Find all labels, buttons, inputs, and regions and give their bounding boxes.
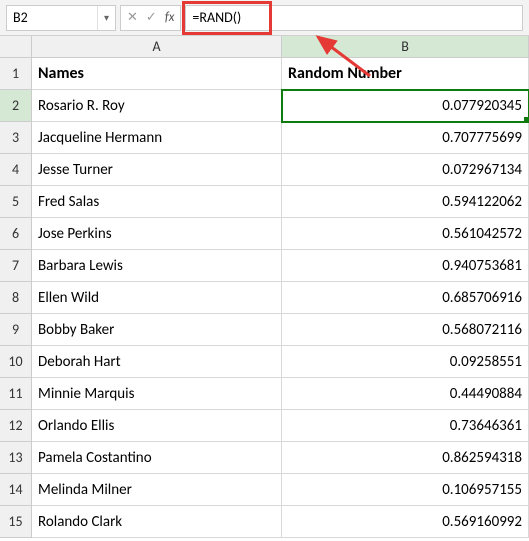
cell-name[interactable]: Rosario R. Roy xyxy=(32,90,282,122)
row-header[interactable]: 11 xyxy=(0,378,32,410)
cell-name[interactable]: Rolando Clark xyxy=(32,506,282,538)
spreadsheet-grid: 1 Names Random Number 2 Rosario R. Roy 0… xyxy=(0,58,529,538)
cell-value[interactable]: 0.685706916 xyxy=(282,282,529,314)
formula-input[interactable]: =RAND() xyxy=(185,5,523,31)
cell-name[interactable]: Jacqueline Hermann xyxy=(32,122,282,154)
cell-value[interactable]: 0.862594318 xyxy=(282,442,529,474)
cell-reference: B2 xyxy=(7,9,97,26)
formula-value: =RAND() xyxy=(192,9,241,26)
column-header-b[interactable]: B xyxy=(282,36,529,58)
cell-name[interactable]: Pamela Costantino xyxy=(32,442,282,474)
cell-b1[interactable]: Random Number xyxy=(282,58,529,90)
cell-value[interactable]: 0.594122062 xyxy=(282,186,529,218)
cell-value[interactable]: 0.072967134 xyxy=(282,154,529,186)
cell-a1[interactable]: Names xyxy=(32,58,282,90)
row-header[interactable]: 1 xyxy=(0,58,32,90)
cell-value[interactable]: 0.09258551 xyxy=(282,346,529,378)
cell-value[interactable]: 0.940753681 xyxy=(282,250,529,282)
cell-value[interactable]: 0.106957155 xyxy=(282,474,529,506)
cell-name[interactable]: Barbara Lewis xyxy=(32,250,282,282)
row-header[interactable]: 5 xyxy=(0,186,32,218)
cell-name[interactable]: Bobby Baker xyxy=(32,314,282,346)
cell-name[interactable]: Minnie Marquis xyxy=(32,378,282,410)
row-header[interactable]: 2 xyxy=(0,90,32,122)
cell-name[interactable]: Fred Salas xyxy=(32,186,282,218)
cell-value[interactable]: 0.569160992 xyxy=(282,506,529,538)
cell-value[interactable]: 0.568072116 xyxy=(282,314,529,346)
row-header[interactable]: 13 xyxy=(0,442,32,474)
fx-label[interactable]: fx xyxy=(163,10,177,25)
name-box[interactable]: B2 ▾ xyxy=(6,5,116,31)
row-header[interactable]: 10 xyxy=(0,346,32,378)
row-header[interactable]: 7 xyxy=(0,250,32,282)
accept-icon[interactable]: ✓ xyxy=(144,10,159,25)
cell-name[interactable]: Melinda Milner xyxy=(32,474,282,506)
row-header[interactable]: 8 xyxy=(0,282,32,314)
column-headers-row: A B xyxy=(0,36,529,58)
formula-bar: B2 ▾ ✕ ✓ fx =RAND() xyxy=(0,0,529,36)
column-header-a[interactable]: A xyxy=(32,36,282,58)
cell-name[interactable]: Jesse Turner xyxy=(32,154,282,186)
cell-name[interactable]: Orlando Ellis xyxy=(32,410,282,442)
row-header[interactable]: 3 xyxy=(0,122,32,154)
cell-name[interactable]: Ellen Wild xyxy=(32,282,282,314)
cell-value[interactable]: 0.73646361 xyxy=(282,410,529,442)
cell-value[interactable]: 0.44490884 xyxy=(282,378,529,410)
row-header[interactable]: 12 xyxy=(0,410,32,442)
row-header[interactable]: 14 xyxy=(0,474,32,506)
cell-name[interactable]: Deborah Hart xyxy=(32,346,282,378)
select-all-corner[interactable] xyxy=(0,36,32,58)
formula-buttons: ✕ ✓ fx xyxy=(120,5,181,31)
row-header[interactable]: 4 xyxy=(0,154,32,186)
row-header[interactable]: 6 xyxy=(0,218,32,250)
row-header[interactable]: 15 xyxy=(0,506,32,538)
chevron-down-icon[interactable]: ▾ xyxy=(97,6,115,30)
cell-b2-selected[interactable]: 0.077920345 xyxy=(282,90,529,122)
row-header[interactable]: 9 xyxy=(0,314,32,346)
cell-value[interactable]: 0.707775699 xyxy=(282,122,529,154)
cancel-icon[interactable]: ✕ xyxy=(125,10,140,25)
cell-name[interactable]: Jose Perkins xyxy=(32,218,282,250)
cell-value[interactable]: 0.561042572 xyxy=(282,218,529,250)
